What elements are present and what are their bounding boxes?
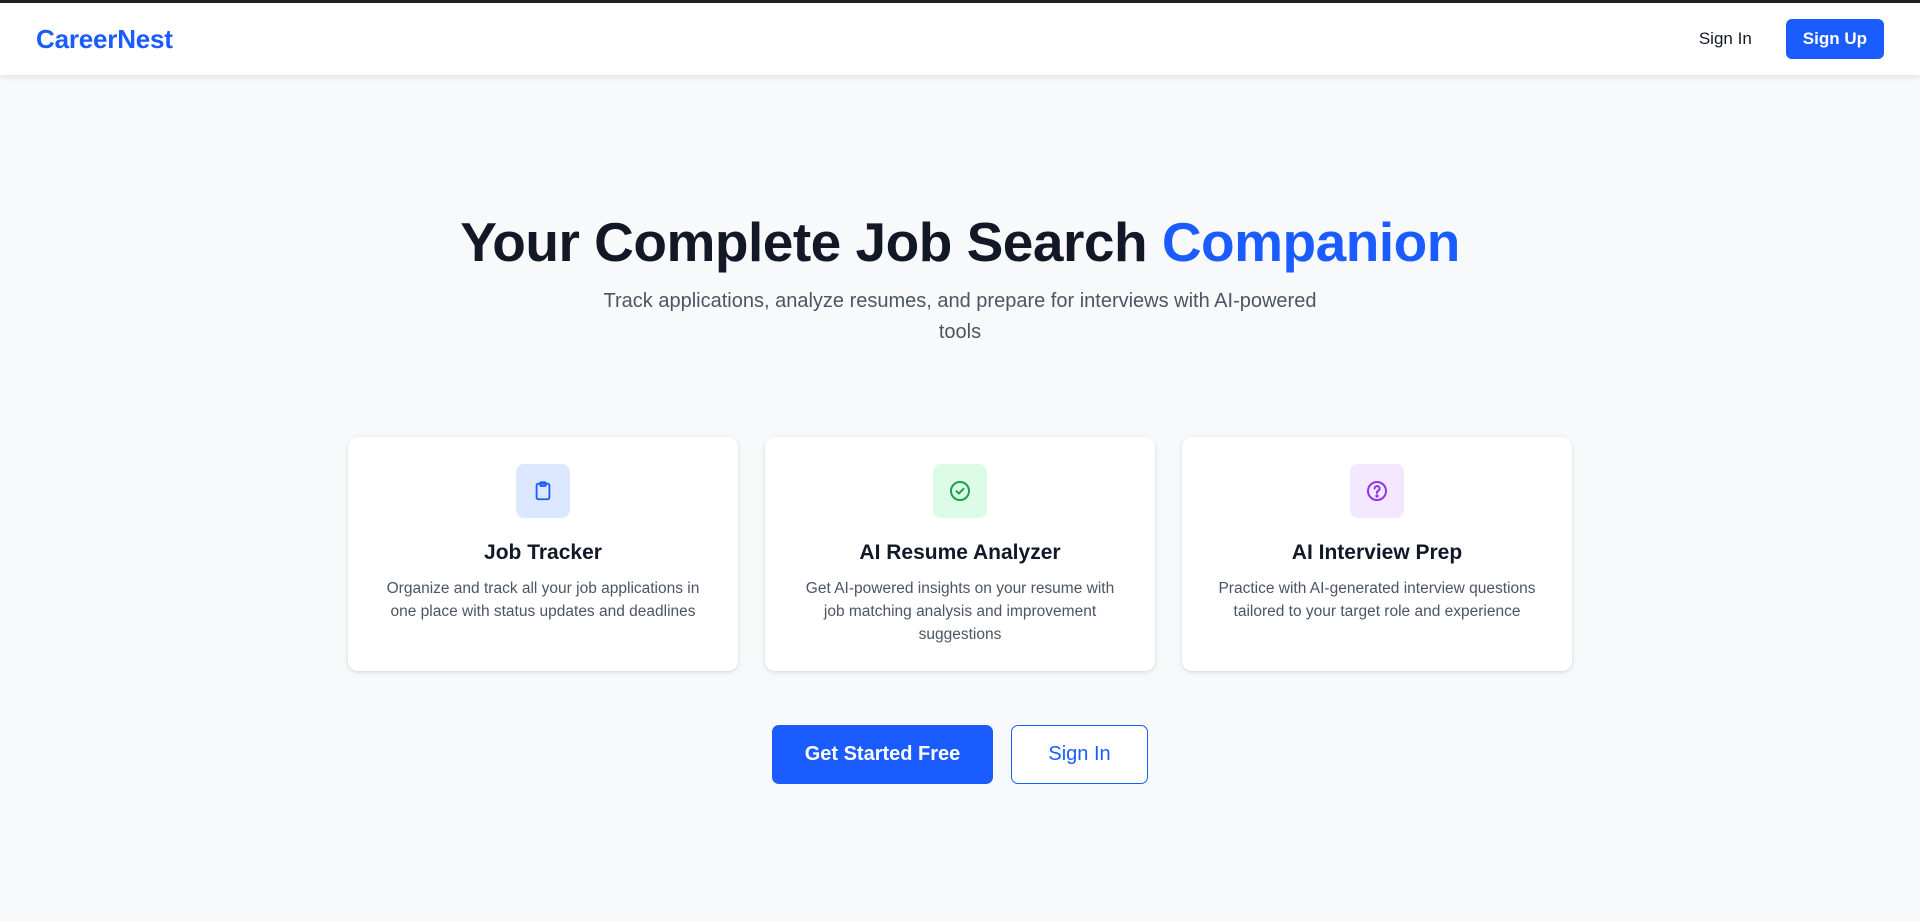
feature-cards: Job Tracker Organize and track all your …: [348, 437, 1572, 671]
feature-description: Practice with AI-generated interview que…: [1218, 580, 1536, 620]
hero-title-main: Your Complete Job Search: [460, 211, 1162, 273]
feature-description: Get AI-powered insights on your resume w…: [805, 580, 1115, 643]
hero-section: Your Complete Job Search Companion Track…: [0, 206, 1920, 348]
clipboard-icon: [516, 464, 570, 518]
top-navbar: CareerNest Sign In Sign Up: [0, 3, 1920, 75]
check-circle-icon: [933, 464, 987, 518]
hero-title: Your Complete Job Search Companion: [0, 206, 1920, 278]
feature-card-job-tracker: Job Tracker Organize and track all your …: [348, 437, 738, 671]
feature-title: Job Tracker: [484, 541, 602, 564]
nav-actions: Sign In Sign Up: [1695, 19, 1884, 59]
question-circle-icon: [1350, 464, 1404, 518]
nav-sign-in-button[interactable]: Sign In: [1695, 21, 1756, 57]
feature-card-interview-prep: AI Interview Prep Practice with AI-gener…: [1182, 437, 1572, 671]
feature-card-resume-analyzer: AI Resume Analyzer Get AI-powered insigh…: [765, 437, 1155, 671]
nav-sign-up-button[interactable]: Sign Up: [1785, 19, 1884, 59]
feature-title: AI Resume Analyzer: [859, 541, 1061, 564]
get-started-button[interactable]: Get Started Free: [772, 725, 993, 784]
cta-buttons: Get Started Free Sign In: [0, 725, 1920, 784]
cta-sign-in-button[interactable]: Sign In: [1011, 725, 1148, 784]
hero-title-accent: Companion: [1161, 211, 1460, 273]
feature-title: AI Interview Prep: [1291, 541, 1463, 564]
hero-subtitle: Track applications, analyze resumes, and…: [603, 290, 1317, 343]
feature-description: Organize and track all your job applicat…: [386, 580, 700, 620]
brand-logo[interactable]: CareerNest: [36, 24, 173, 55]
